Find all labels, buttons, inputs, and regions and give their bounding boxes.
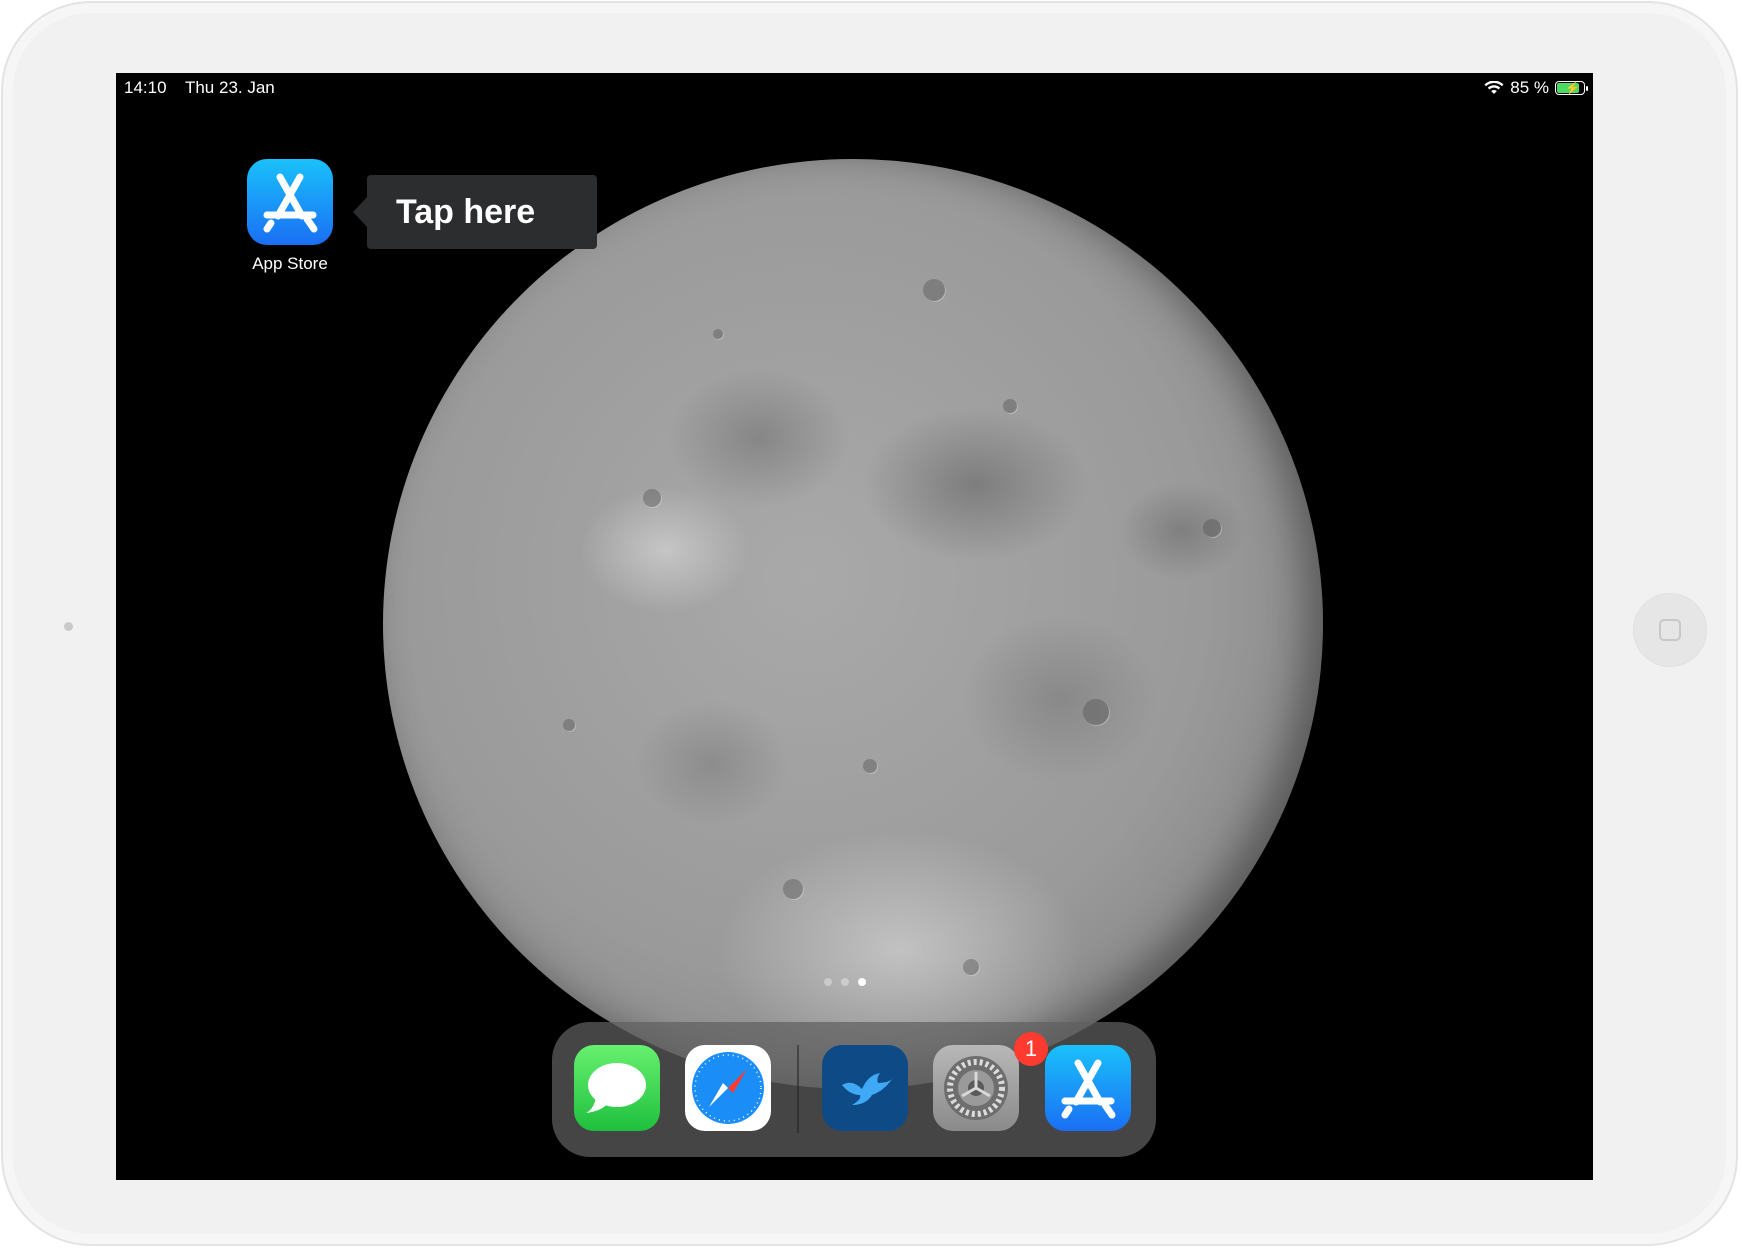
dock: 1 xyxy=(552,1022,1156,1157)
crater xyxy=(1003,399,1017,413)
front-camera xyxy=(64,622,73,631)
page-dot-active[interactable] xyxy=(858,978,866,986)
dock-divider xyxy=(797,1045,799,1133)
crater xyxy=(963,959,979,975)
app-store-icon[interactable] xyxy=(247,159,333,245)
app-store-label: App Store xyxy=(252,254,328,273)
crater xyxy=(863,759,877,773)
home-button-square-icon xyxy=(1659,619,1681,641)
status-bar: 14:10 Thu 23. Jan 85 % ⚡ xyxy=(116,73,1593,99)
crater xyxy=(783,879,803,899)
crater xyxy=(563,719,575,731)
status-date: Thu 23. Jan xyxy=(184,78,275,97)
settings-icon[interactable] xyxy=(933,1045,1019,1131)
battery-percentage: 85 % xyxy=(1510,78,1549,97)
settings-notification-badge: 1 xyxy=(1014,1032,1048,1066)
crater xyxy=(1083,699,1109,725)
bird-app-icon[interactable] xyxy=(822,1045,908,1131)
home-app-app-store[interactable]: App Store xyxy=(247,159,333,274)
messages-icon[interactable] xyxy=(574,1045,660,1131)
crater xyxy=(923,279,945,301)
status-time: 14:10 xyxy=(124,78,167,97)
crater xyxy=(713,329,723,339)
charging-bolt-icon: ⚡ xyxy=(1565,81,1580,95)
moon-wallpaper xyxy=(383,159,1323,1089)
ipad-screen: 14:10 Thu 23. Jan 85 % ⚡ App Store Tap h… xyxy=(116,73,1593,1180)
safari-icon[interactable] xyxy=(685,1045,771,1131)
tap-here-tooltip: Tap here xyxy=(353,175,597,249)
home-button[interactable] xyxy=(1633,593,1707,667)
page-dot[interactable] xyxy=(824,978,832,986)
wifi-icon xyxy=(1484,81,1504,95)
crater xyxy=(643,489,661,507)
crater xyxy=(1203,519,1221,537)
ipad-frame: 14:10 Thu 23. Jan 85 % ⚡ App Store Tap h… xyxy=(1,1,1738,1246)
page-indicator[interactable] xyxy=(824,978,866,986)
page-dot[interactable] xyxy=(841,978,849,986)
app-store-icon[interactable] xyxy=(1045,1045,1131,1131)
battery-icon: ⚡ xyxy=(1555,81,1588,95)
